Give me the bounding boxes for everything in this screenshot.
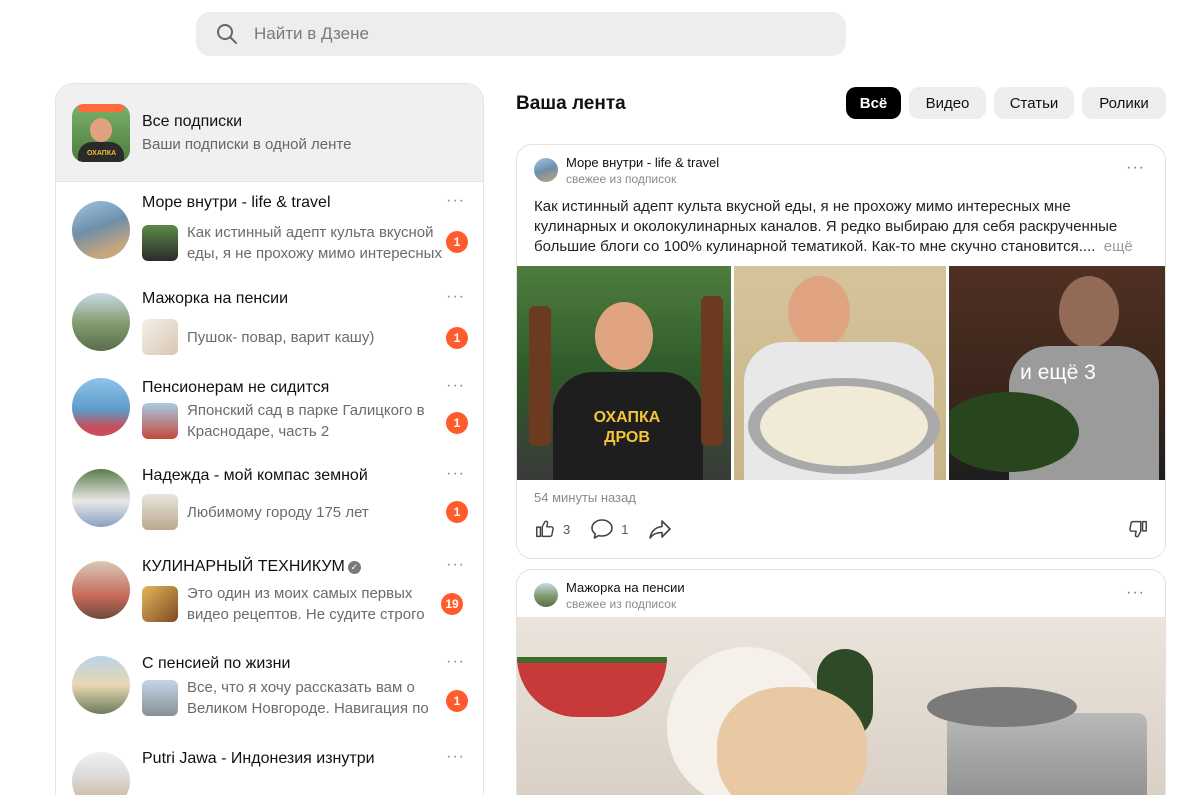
unread-badge: 1: [446, 327, 468, 349]
post-time: 54 минуты назад: [534, 490, 636, 505]
post-photo[interactable]: ОХАПКА ДРОВ: [517, 266, 731, 480]
channel-avatar: [72, 201, 130, 259]
channel-name: Мажорка на пенсии: [142, 290, 289, 307]
channel-name: Putri Jawa - Индонезия изнутри: [142, 750, 375, 767]
post-thumbnail: [142, 225, 178, 261]
search-icon: [217, 24, 237, 44]
channel-avatar: [72, 293, 130, 351]
channel-avatar: [72, 656, 130, 714]
read-more-link[interactable]: ещё: [1104, 238, 1133, 255]
more-options-icon[interactable]: ···: [446, 288, 465, 306]
search-bar[interactable]: [196, 12, 846, 56]
post-thumbnail: [142, 586, 178, 622]
shirt-print: ОХАПКА ДРОВ: [593, 409, 661, 446]
post-card[interactable]: Море внутри - life & travel свежее из по…: [516, 144, 1166, 559]
post-thumbnail: [142, 494, 178, 530]
unread-badge: 1: [446, 690, 468, 712]
comment-count: 1: [621, 521, 629, 537]
post-photo[interactable]: [734, 266, 946, 480]
all-subscriptions-title: Все подписки: [142, 112, 243, 130]
post-preview: Японский сад в парке Галицкого в Краснод…: [187, 402, 425, 440]
unread-badge: 1: [446, 501, 468, 523]
post-thumbnail: [142, 319, 178, 355]
more-photos-overlay[interactable]: и ещё 3: [949, 266, 1165, 480]
post-thumbnail: [142, 680, 178, 716]
all-subscriptions-subtitle: Ваши подписки в одной ленте: [142, 135, 352, 153]
channel-avatar: [72, 469, 130, 527]
filter-articles[interactable]: Статьи: [994, 87, 1074, 119]
post-text: Как истинный адепт культа вкусной еды, я…: [534, 198, 1133, 255]
filter-all[interactable]: Всё: [846, 87, 901, 119]
post-preview: Любимому городу 175 лет: [187, 504, 369, 521]
like-button[interactable]: 3: [534, 518, 570, 540]
unread-badge: 1: [446, 412, 468, 434]
post-channel-name[interactable]: Море внутри - life & travel: [566, 155, 719, 170]
channel-name: Море внутри - life & travel: [142, 194, 331, 211]
post-channel-name[interactable]: Мажорка на пенсии: [566, 580, 685, 595]
like-count: 3: [563, 521, 571, 537]
comment-button[interactable]: 1: [590, 518, 628, 540]
channel-item[interactable]: КУЛИНАРНЫЙ ТЕХНИКУМ ✓ ··· Это один из мои…: [56, 545, 483, 640]
channel-avatar: [534, 583, 558, 607]
post-preview: Все, что я хочу рассказать вам о Великом…: [187, 679, 429, 717]
more-options-icon[interactable]: ···: [446, 556, 465, 574]
post-thumbnail: [142, 403, 178, 439]
channel-item[interactable]: Море внутри - life & travel ··· Как исти…: [56, 182, 483, 274]
post-card[interactable]: Мажорка на пенсии свежее из подписок ···: [516, 569, 1166, 795]
channel-name: Надежда - мой компас земной: [142, 467, 368, 484]
post-source: свежее из подписок: [566, 597, 677, 611]
feed-title: Ваша лента: [516, 93, 626, 114]
more-options-icon[interactable]: ···: [446, 377, 465, 395]
filter-video[interactable]: Видео: [909, 87, 986, 119]
verified-icon: ✓: [347, 561, 361, 574]
share-icon: [649, 520, 672, 539]
post-more-options-icon[interactable]: ···: [1126, 584, 1145, 602]
post-photo[interactable]: [517, 617, 1165, 795]
channel-name: Пенсионерам не сидится: [142, 379, 330, 396]
channel-item[interactable]: Мажорка на пенсии ··· Пушок- повар, вари…: [56, 274, 483, 363]
thumbs-up-icon: [536, 520, 554, 538]
channel-avatar: [534, 158, 558, 182]
channel-item[interactable]: Надежда - мой компас земной ··· Любимому…: [56, 456, 483, 545]
more-options-icon[interactable]: ···: [446, 192, 465, 210]
channel-name: С пенсией по жизни: [142, 655, 291, 672]
unread-badge: 19: [441, 593, 463, 615]
channel-item[interactable]: С пенсией по жизни ··· Все, что я хочу р…: [56, 640, 483, 736]
more-options-icon[interactable]: ···: [446, 465, 465, 483]
post-more-options-icon[interactable]: ···: [1126, 159, 1145, 177]
search-input[interactable]: [254, 24, 814, 44]
post-gallery[interactable]: ОХАПКА ДРОВ и ещё 3: [517, 266, 1165, 480]
channel-item[interactable]: Putri Jawa - Индонезия изнутри ···: [56, 736, 483, 795]
more-options-icon[interactable]: ···: [446, 653, 465, 671]
channel-name: КУЛИНАРНЫЙ ТЕХНИКУМ ✓: [142, 558, 361, 576]
more-options-icon[interactable]: ···: [446, 748, 465, 766]
post-source: свежее из подписок: [566, 172, 677, 186]
unread-badge: 1: [446, 231, 468, 253]
channel-avatar: [72, 561, 130, 619]
post-photo[interactable]: и ещё 3: [949, 266, 1165, 480]
comment-icon: [591, 519, 614, 539]
filter-shorts[interactable]: Ролики: [1082, 87, 1166, 119]
channel-item[interactable]: Пенсионерам не сидится ··· Японский сад …: [56, 363, 483, 456]
all-subscriptions-item[interactable]: ОХАПКА Все подписки Ваши подписки в одно…: [56, 84, 483, 182]
thumbs-down-icon[interactable]: [1127, 518, 1149, 540]
post-preview: Пушок- повар, варит кашу): [187, 329, 375, 346]
post-preview: Как истинный адепт культа вкусной еды, я…: [187, 224, 442, 262]
all-subscriptions-avatar: ОХАПКА: [72, 103, 130, 162]
channel-avatar: [72, 378, 130, 436]
subscriptions-sidebar: ОХАПКА Все подписки Ваши подписки в одно…: [55, 83, 484, 795]
share-button[interactable]: [648, 518, 679, 540]
post-preview: Это один из моих самых первых видео реце…: [187, 585, 425, 623]
channel-avatar: [72, 752, 130, 795]
